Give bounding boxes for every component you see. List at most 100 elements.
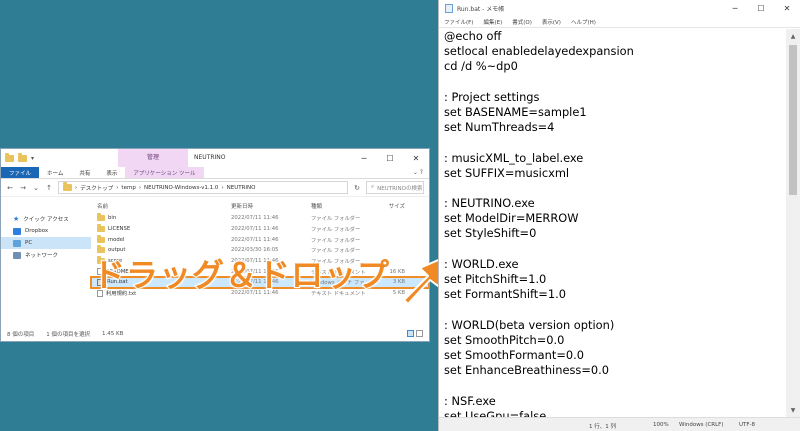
vertical-scrollbar[interactable]: ▲ ▼ [786,29,800,417]
breadcrumb-temp[interactable]: temp [121,185,135,191]
qa-dropdown-icon[interactable]: ▾ [31,155,34,162]
selection-size: 1.45 KB [102,331,124,337]
maximize-icon[interactable]: ☐ [748,0,774,16]
text-line: set UseGpu=false [444,408,547,417]
star-icon: ★ [13,215,20,223]
address-bar[interactable]: › デスクトップ › temp › NEUTRINO-Windows-v1.1.… [58,181,348,194]
search-input[interactable]: ⌕ NEUTRINOの検索 [366,181,424,194]
notepad-status-bar: 1 行、1 列 100% Windows (CRLF) UTF-8 [439,417,800,431]
text-line: set SmoothPitch=0.0 [444,332,565,347]
back-icon[interactable]: ← [6,184,14,192]
text-line: set SmoothFormant=0.0 [444,347,584,362]
menu-file[interactable]: ファイル(F) [444,18,473,26]
text-line: set FormantShift=1.0 [444,287,566,302]
tab-view[interactable]: 表示 [98,167,125,178]
text-line [444,242,786,257]
forward-icon[interactable]: → [19,184,27,192]
drag-and-drop-label: ドラッグ＆ドロップ [92,255,391,295]
zoom-level: 100% [653,422,669,428]
quick-access-toolbar: ▾ [1,152,34,162]
text-line [444,181,786,196]
up-icon[interactable]: ↑ [45,184,53,192]
column-type[interactable]: 種類 [311,202,371,210]
maximize-icon[interactable]: ☐ [377,149,403,167]
text-line: set SUFFIX=musicxml [444,165,570,180]
text-line [444,135,786,150]
refresh-icon[interactable]: ↻ [353,184,361,192]
text-line: : musicXML_to_label.exe [444,150,584,165]
file-row[interactable]: model 2022/07/11 11:46 ファイル フォルダー [91,234,429,245]
menu-help[interactable]: ヘルプ(H) [571,18,596,26]
menu-edit[interactable]: 編集(E) [483,18,502,26]
file-list-header: 名前 更新日時 種類 サイズ [91,199,429,213]
minimize-icon[interactable]: ─ [722,0,748,16]
scroll-down-icon[interactable]: ▼ [786,403,800,417]
nav-item-pc[interactable]: PC [1,237,91,249]
nav-item-network[interactable]: ネットワーク [1,249,91,261]
column-size[interactable]: サイズ [371,202,411,210]
text-line: set NumThreads=4 [444,120,555,135]
window-controls: ─ ☐ ✕ [351,149,429,167]
notepad-menu-bar: ファイル(F) 編集(E) 書式(O) 表示(V) ヘルプ(H) [439,16,800,28]
folder-icon [63,182,72,191]
text-line: set ModelDir=MERROW [444,211,579,226]
tab-app-tools[interactable]: アプリケーション ツール [125,167,204,178]
notepad-window: Run.bat - メモ帳 ─ ☐ ✕ ファイル(F) 編集(E) 書式(O) … [438,0,800,431]
notepad-text-area[interactable]: @echo off setlocal enabledelayedexpansion… [439,29,786,417]
text-line: cd /d %~dp0 [444,59,518,74]
notepad-titlebar: Run.bat - メモ帳 ─ ☐ ✕ [439,0,800,16]
file-row[interactable]: bin 2022/07/11 11:46 ファイル フォルダー [91,213,429,224]
text-line: : NEUTRINO.exe [444,196,535,211]
text-line: set BASENAME=sample1 [444,104,587,119]
text-line: @echo off [444,29,502,43]
tab-home[interactable]: ホーム [39,167,71,178]
close-icon[interactable]: ✕ [403,149,429,167]
text-line: : Project settings [444,89,540,104]
large-icons-view-icon[interactable] [416,330,423,337]
text-line: : WORLD.exe [444,256,519,271]
tab-share[interactable]: 共有 [71,167,98,178]
text-line: set StyleShift=0 [444,226,537,241]
menu-view[interactable]: 表示(V) [542,18,561,26]
explorer-titlebar: ▾ 管理 NEUTRINO ─ ☐ ✕ [1,149,429,167]
address-row: ← → ⌄ ↑ › デスクトップ › temp › NEUTRINO-Windo… [1,179,429,197]
ribbon-tabs: ファイル ホーム 共有 表示 アプリケーション ツール ⌄ ? [1,167,429,179]
nav-item-quick-access[interactable]: ★ クイック アクセス [1,213,91,225]
view-toggle [407,330,423,337]
text-line: : WORLD(beta version option) [444,317,615,332]
notepad-icon [445,3,453,13]
scrollbar-thumb[interactable] [789,45,797,195]
details-view-icon[interactable] [407,330,414,337]
file-row[interactable]: LICENSE 2022/07/11 11:46 ファイル フォルダー [91,224,429,235]
folder-icon [97,234,105,243]
search-placeholder: NEUTRINOの検索 [377,185,423,192]
breadcrumb-neutrino[interactable]: NEUTRINO [227,185,256,191]
text-line [444,378,786,393]
search-icon: ⌕ [371,184,375,190]
navigation-pane: ★ クイック アクセス Dropbox PC ネットワーク [1,199,91,327]
contextual-tab-group: 管理 [118,149,188,167]
text-line: setlocal enabledelayedexpansion [444,44,634,59]
encoding: UTF-8 [739,422,756,428]
recent-dropdown-icon[interactable]: ⌄ [32,184,40,192]
explorer-status-bar: 8 個の項目 1 個の項目を選択 1.45 KB [1,327,429,341]
folder-icon[interactable] [5,152,14,162]
column-name[interactable]: 名前 [91,202,231,210]
scroll-up-icon[interactable]: ▲ [786,29,800,43]
minimize-icon[interactable]: ─ [351,149,377,167]
cursor-position: 1 行、1 列 [589,424,616,430]
new-folder-icon[interactable] [18,152,27,162]
line-ending: Windows (CRLF) [679,422,724,428]
ribbon-expand-icon[interactable]: ⌄ ? [413,169,423,176]
selection-info: 1 個の項目を選択 [46,332,90,338]
menu-format[interactable]: 書式(O) [512,18,532,26]
breadcrumb-neutrino-windows[interactable]: NEUTRINO-Windows-v1.1.0 [144,185,218,191]
nav-item-dropbox[interactable]: Dropbox [1,225,91,237]
explorer-window: ▾ 管理 NEUTRINO ─ ☐ ✕ ファイル ホーム 共有 表示 アプリケー… [0,148,430,342]
column-date[interactable]: 更新日時 [231,202,311,210]
window-title: NEUTRINO [194,154,226,161]
breadcrumb-desktop[interactable]: デスクトップ [80,184,113,192]
pc-icon [13,239,21,247]
tab-file[interactable]: ファイル [1,167,40,178]
close-icon[interactable]: ✕ [774,0,800,16]
